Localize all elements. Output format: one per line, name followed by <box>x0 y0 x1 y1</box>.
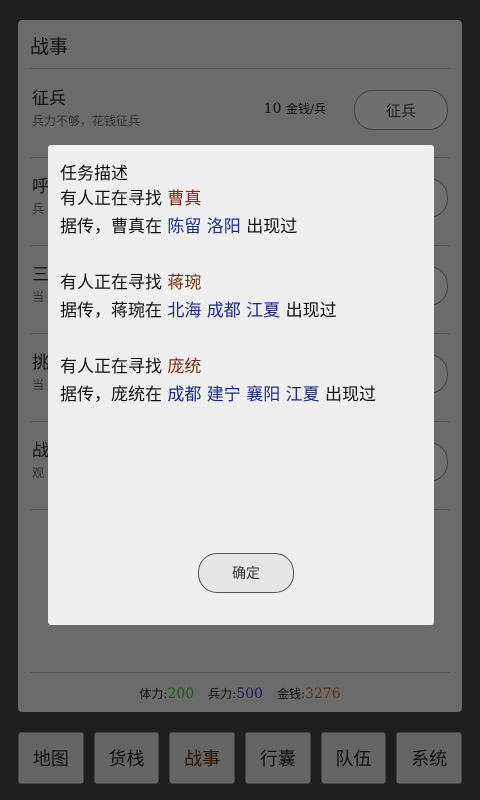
panel-title: 战事 <box>30 36 69 58</box>
gold-value: 3276 <box>304 685 341 702</box>
task-rumor-line: 据传，庞统在 成都 建宁 襄阳 江夏 出现过 <box>60 381 426 409</box>
rumor-prefix: 据传， <box>60 301 111 321</box>
row-subtitle: 观 <box>32 466 45 480</box>
rumor-prefix: 据传， <box>60 217 111 237</box>
task-list: 有人正在寻找 曹真 据传，曹真在 陈留 洛阳 出现过 有人正在寻找 蒋琬 据传，… <box>60 185 426 437</box>
troops-stat: 兵力:500 <box>208 685 263 702</box>
row-subtitle: 当 <box>32 378 45 392</box>
row-subtitle: 当 <box>32 290 45 304</box>
task-rumor-line: 据传，蒋琬在 北海 成都 江夏 出现过 <box>60 297 426 325</box>
confirm-button[interactable]: 确定 <box>198 553 294 593</box>
task-seek-line: 有人正在寻找 蒋琬 <box>60 269 426 297</box>
bottom-nav: 地图 货栈 战事 行囊 队伍 系统 <box>18 732 463 784</box>
recruit-cost: 10 金钱/兵 <box>264 100 326 117</box>
divider <box>30 68 450 69</box>
nav-system-button[interactable]: 系统 <box>396 732 463 784</box>
task-seek-line: 有人正在寻找 庞统 <box>60 353 426 381</box>
rumor-name: 曹真 <box>111 217 145 237</box>
nav-war-button[interactable]: 战事 <box>169 732 236 784</box>
target-name: 蒋琬 <box>167 273 202 293</box>
troops-value: 500 <box>236 685 263 702</box>
stat-label: 兵力: <box>208 686 237 701</box>
nav-market-button[interactable]: 货栈 <box>93 732 160 784</box>
seek-text: 有人正在寻找 <box>60 273 162 293</box>
target-name: 曹真 <box>167 189 202 209</box>
task-item: 有人正在寻找 蒋琬 据传，蒋琬在 北海 成都 江夏 出现过 <box>60 269 426 325</box>
row-title: 呼 <box>32 177 49 197</box>
recruit-button[interactable]: 征兵 <box>354 90 448 130</box>
task-rumor-line: 据传，曹真在 陈留 洛阳 出现过 <box>60 213 426 241</box>
nav-map-button[interactable]: 地图 <box>18 732 84 784</box>
task-seek-line: 有人正在寻找 曹真 <box>60 185 426 213</box>
locations: 陈留 洛阳 <box>167 217 241 237</box>
stamina-value: 200 <box>167 685 195 702</box>
gold-stat: 金钱:3276 <box>277 685 341 702</box>
appeared-text: 出现过 <box>246 217 298 237</box>
nav-team-button[interactable]: 队伍 <box>320 732 387 784</box>
row-title: 征兵 <box>32 89 66 109</box>
cost-unit: 金钱/兵 <box>285 102 326 116</box>
locations: 北海 成都 江夏 <box>167 301 281 321</box>
row-title: 三 <box>32 265 49 285</box>
stat-label: 金钱: <box>276 686 305 701</box>
rumor-prefix: 据传， <box>60 385 111 405</box>
rumor-name: 庞统 <box>111 385 145 405</box>
rumor-at: 在 <box>145 301 162 321</box>
seek-text: 有人正在寻找 <box>60 357 162 377</box>
locations: 成都 建宁 襄阳 江夏 <box>167 385 320 405</box>
nav-bag-button[interactable]: 行囊 <box>245 732 311 784</box>
cost-value: 10 <box>263 101 282 117</box>
target-name: 庞统 <box>167 357 202 377</box>
row-title: 战 <box>32 441 49 461</box>
rumor-at: 在 <box>145 217 162 237</box>
seek-text: 有人正在寻找 <box>60 189 162 209</box>
rumor-name: 蒋琬 <box>111 301 145 321</box>
task-item: 有人正在寻找 曹真 据传，曹真在 陈留 洛阳 出现过 <box>60 185 426 241</box>
dialog-title: 任务描述 <box>60 164 128 184</box>
stat-label: 体力: <box>139 686 168 701</box>
appeared-text: 出现过 <box>325 385 377 405</box>
row-subtitle: 兵力不够，花钱征兵 <box>32 114 141 128</box>
row-title: 挑 <box>32 353 49 373</box>
task-dialog: 任务描述 有人正在寻找 曹真 据传，曹真在 陈留 洛阳 出现过 有人正在寻找 蒋… <box>48 145 434 625</box>
stamina-stat: 体力:200 <box>139 685 194 702</box>
status-bar: 体力:200 兵力:500 金钱:3276 <box>30 672 450 712</box>
task-item: 有人正在寻找 庞统 据传，庞统在 成都 建宁 襄阳 江夏 出现过 <box>60 353 426 409</box>
row-subtitle: 兵 <box>32 202 45 216</box>
rumor-at: 在 <box>145 385 162 405</box>
appeared-text: 出现过 <box>285 301 337 321</box>
